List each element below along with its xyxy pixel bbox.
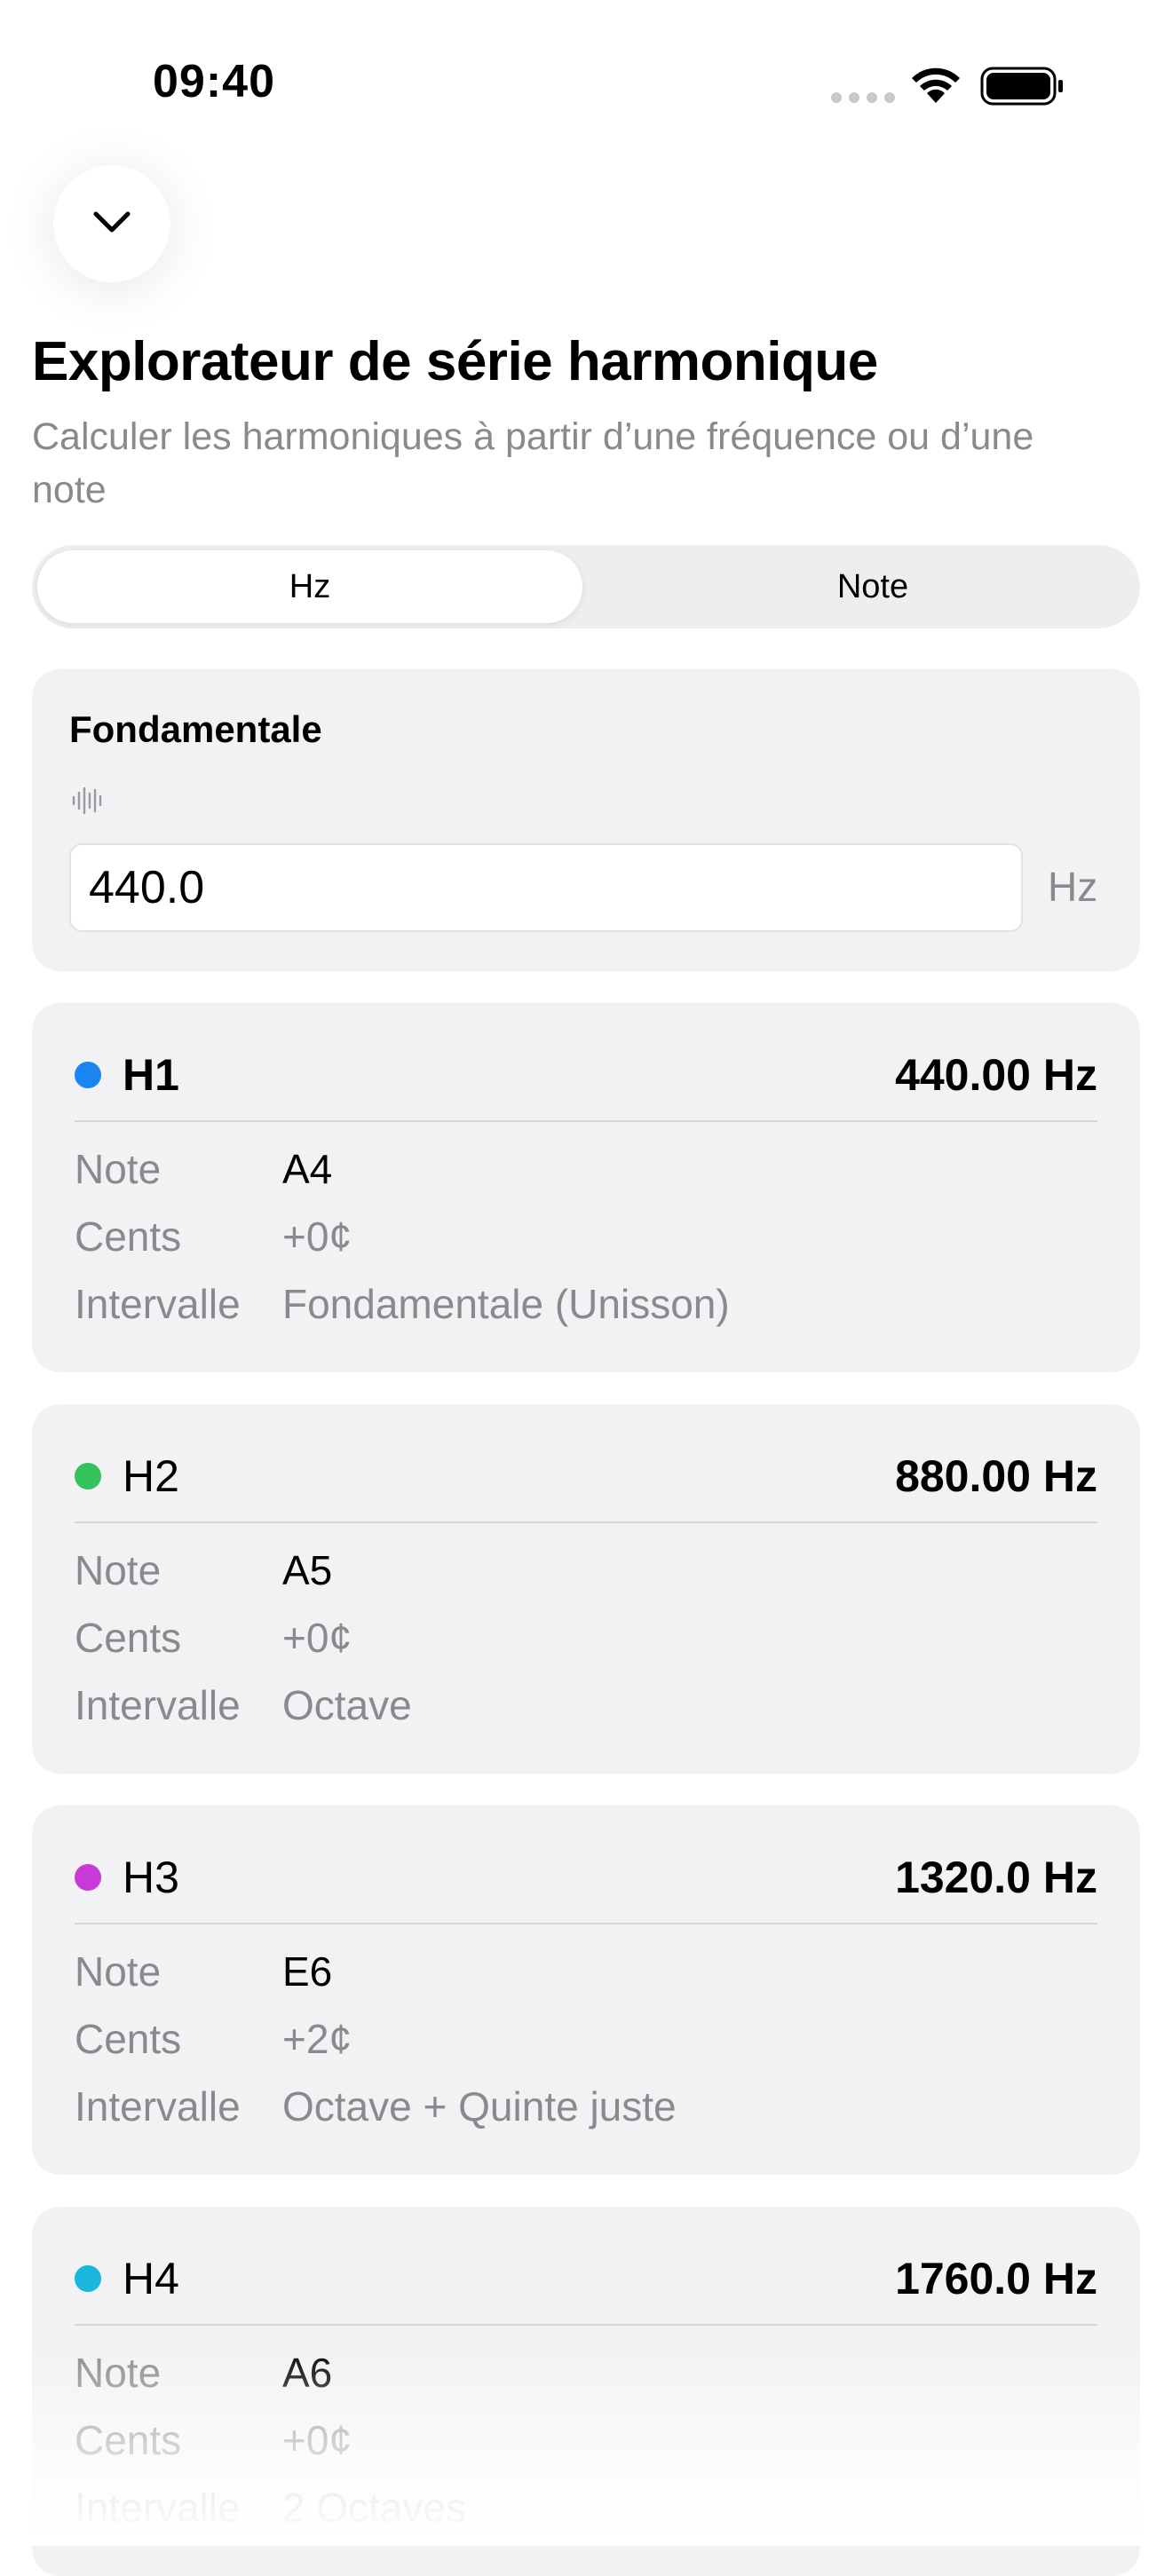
- note-value: A5: [282, 1547, 333, 1593]
- harmonic-frequency: 1320.0 Hz: [895, 1853, 1097, 1902]
- interval-value: Octave + Quinte juste: [282, 2083, 677, 2130]
- interval-key: Intervalle: [75, 1682, 241, 1728]
- divider: [75, 1120, 1097, 1122]
- harmonic-color-dot: [75, 1062, 101, 1088]
- harmonic-color-dot: [75, 1463, 101, 1489]
- note-key: Note: [75, 1547, 162, 1593]
- interval-value: Fondamentale (Unisson): [282, 1281, 730, 1327]
- fundamental-frequency-input[interactable]: [69, 843, 1023, 932]
- fundamental-label: Fondamentale: [69, 708, 322, 750]
- fundamental-card: Fondamentale Hz: [32, 669, 1140, 971]
- cellular-signal-icon: [831, 92, 895, 103]
- harmonic-color-dot: [75, 2265, 101, 2292]
- page-title: Explorateur de série harmonique: [32, 331, 878, 392]
- cents-key: Cents: [75, 2417, 182, 2463]
- harmonic-card-h3: H3 1320.0 Hz Note E6 Cents +2¢ Intervall…: [32, 1806, 1140, 2175]
- interval-key: Intervalle: [75, 1281, 241, 1327]
- note-key: Note: [75, 1948, 162, 1995]
- note-key: Note: [75, 2350, 162, 2396]
- note-value: E6: [282, 1948, 333, 1995]
- waveform-icon: [71, 785, 107, 821]
- segment-note[interactable]: Note: [609, 550, 1136, 623]
- interval-value: Octave: [282, 1682, 412, 1728]
- cents-key: Cents: [75, 1615, 182, 1661]
- harmonic-card-h4: H4 1760.0 Hz Note A6 Cents +0¢ Intervall…: [32, 2207, 1140, 2576]
- note-value: A6: [282, 2350, 333, 2396]
- cents-value: +2¢: [282, 2016, 352, 2062]
- interval-key: Intervalle: [75, 2083, 241, 2130]
- cents-value: +0¢: [282, 2417, 352, 2463]
- page-subtitle: Calculer les harmoniques à partir d’une …: [32, 415, 1034, 511]
- interval-value: 2 Octaves: [282, 2485, 467, 2531]
- harmonic-label: H2: [123, 1451, 179, 1501]
- harmonic-card-h1: H1 440.00 Hz Note A4 Cents +0¢ Intervall…: [32, 1003, 1140, 1372]
- harmonic-frequency: 880.00 Hz: [895, 1451, 1097, 1501]
- cents-value: +0¢: [282, 1615, 352, 1661]
- harmonic-color-dot: [75, 1864, 101, 1891]
- status-time: 09:40: [153, 56, 275, 107]
- divider: [75, 1923, 1097, 1924]
- harmonic-card-h2: H2 880.00 Hz Note A5 Cents +0¢ Intervall…: [32, 1404, 1140, 1774]
- note-key: Note: [75, 1146, 162, 1192]
- collapse-button[interactable]: [53, 165, 170, 282]
- harmonic-frequency: 440.00 Hz: [895, 1050, 1097, 1100]
- cents-key: Cents: [75, 1213, 182, 1260]
- divider: [75, 1521, 1097, 1523]
- interval-key: Intervalle: [75, 2485, 241, 2531]
- harmonic-label: H4: [123, 2254, 179, 2303]
- mode-segmented-control: Hz Note: [32, 545, 1140, 628]
- chevron-down-icon: [91, 209, 133, 240]
- segment-hz[interactable]: Hz: [37, 550, 582, 623]
- harmonic-label: H1: [123, 1050, 179, 1100]
- wifi-icon: [909, 64, 962, 109]
- cents-value: +0¢: [282, 1213, 352, 1260]
- harmonic-frequency: 1760.0 Hz: [895, 2254, 1097, 2303]
- battery-icon: [980, 66, 1065, 111]
- cents-key: Cents: [75, 2016, 182, 2062]
- harmonic-label: H3: [123, 1853, 179, 1902]
- divider: [75, 2324, 1097, 2326]
- fundamental-unit: Hz: [1048, 864, 1098, 910]
- note-value: A4: [282, 1146, 333, 1192]
